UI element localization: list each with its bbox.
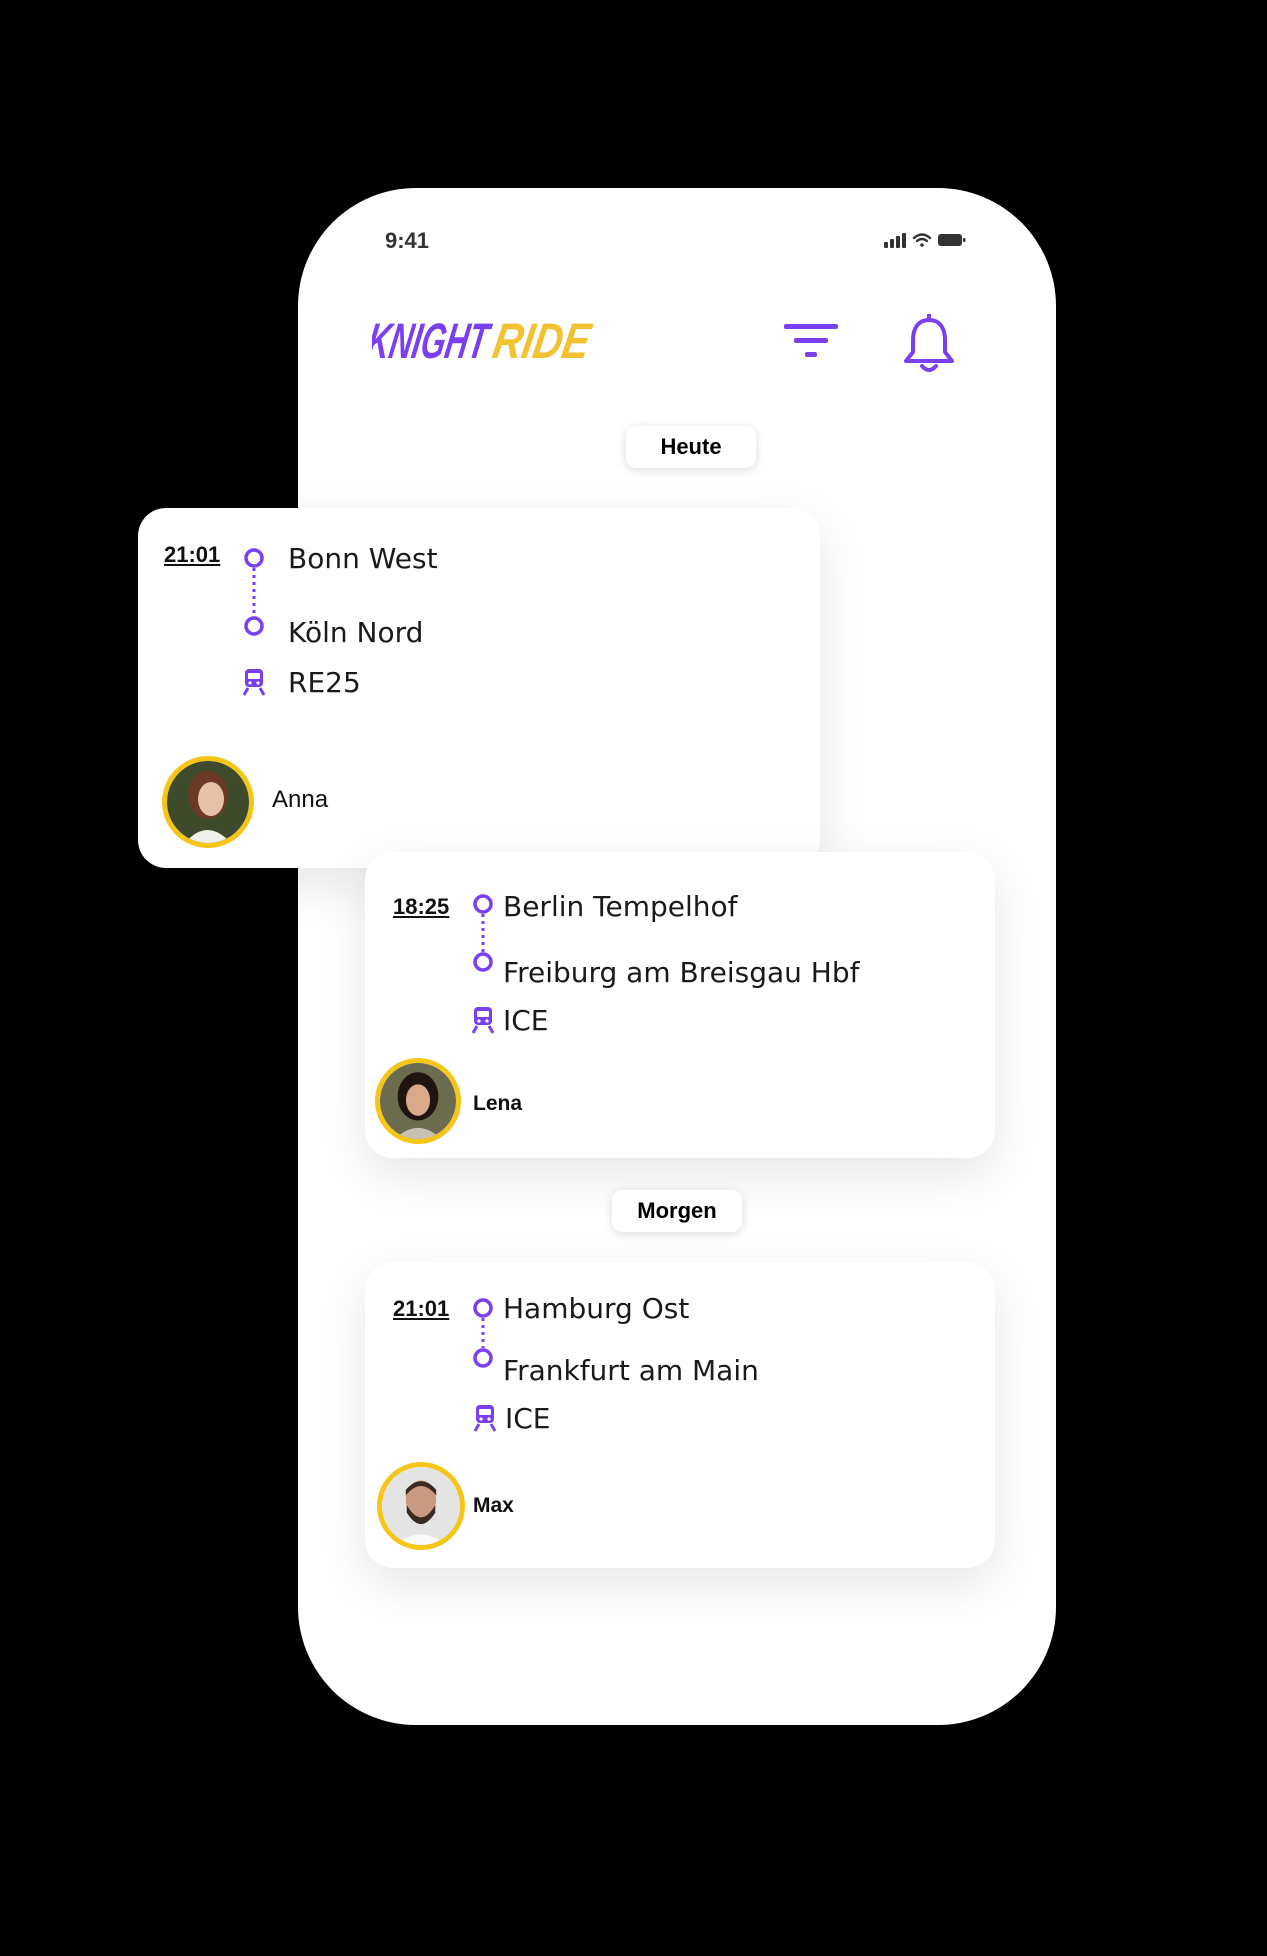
knightride-logo: KNIGHT RIDE [372, 312, 596, 369]
avatar[interactable] [377, 1462, 465, 1550]
route-icon [473, 894, 493, 972]
avatar[interactable] [375, 1058, 461, 1144]
train-line: RE25 [288, 666, 361, 699]
section-label-today: Heute [626, 426, 756, 468]
filter-icon[interactable] [780, 318, 842, 366]
origin-stop: Hamburg Ost [503, 1292, 690, 1325]
train-icon [473, 1405, 497, 1432]
ride-card[interactable]: 21:01 Hamburg Ost Frankfurt am Main ICE … [365, 1262, 995, 1568]
origin-stop: Bonn West [288, 542, 438, 575]
ride-card[interactable]: 18:25 Berlin Tempelhof Freiburg am Breis… [365, 852, 995, 1158]
departure-time: 18:25 [393, 894, 450, 919]
battery-icon [938, 234, 966, 246]
status-time: 9:41 [385, 228, 430, 253]
destination-stop: Köln Nord [288, 616, 424, 649]
bell-icon[interactable] [900, 314, 958, 376]
route-icon [473, 1298, 493, 1368]
signal-icon [884, 233, 906, 248]
avatar[interactable] [162, 756, 254, 848]
ride-card[interactable]: 21:01 Bonn West Köln Nord RE25 Anna [138, 508, 820, 868]
driver-name: Max [473, 1494, 514, 1517]
departure-time: 21:01 [164, 542, 221, 567]
driver-name: Lena [473, 1092, 523, 1115]
destination-stop: Freiburg am Breisgau Hbf [503, 956, 860, 989]
train-icon [471, 1007, 495, 1034]
wifi-icon [912, 233, 932, 247]
driver-name: Anna [272, 786, 329, 813]
route-icon [244, 548, 264, 636]
status-icons [884, 233, 966, 248]
destination-stop: Frankfurt am Main [503, 1354, 759, 1387]
departure-time: 21:01 [393, 1296, 450, 1321]
train-line: ICE [505, 1402, 551, 1435]
section-label-tomorrow: Morgen [612, 1190, 742, 1232]
svg-text:RIDE: RIDE [489, 312, 596, 369]
train-icon [242, 669, 266, 696]
origin-stop: Berlin Tempelhof [503, 890, 738, 923]
train-line: ICE [503, 1004, 549, 1037]
svg-text:KNIGHT: KNIGHT [372, 312, 496, 369]
